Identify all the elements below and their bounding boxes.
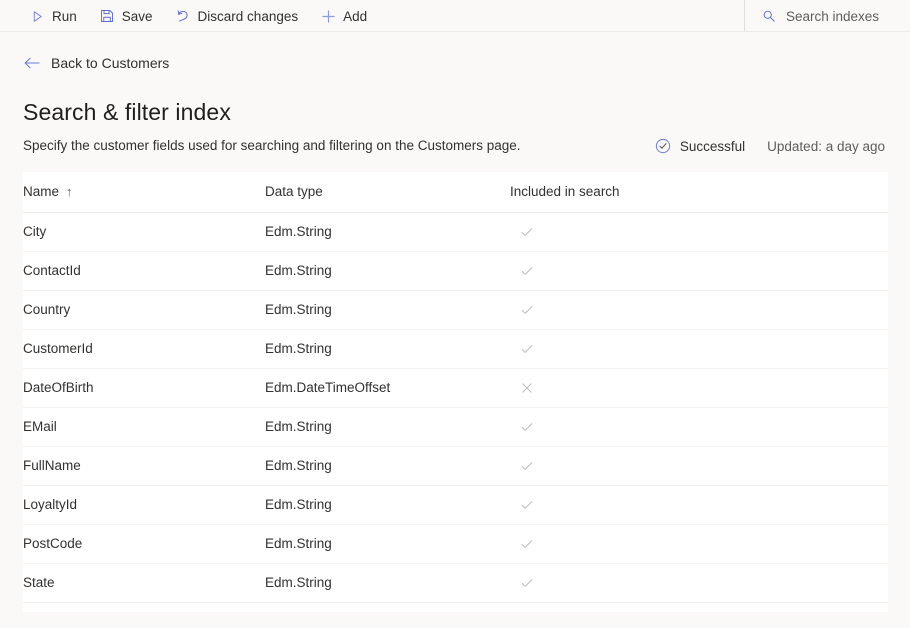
arrow-left-icon [24,55,40,71]
save-icon [99,8,115,24]
cell-included-in-search[interactable] [510,368,888,407]
cell-included-in-search[interactable] [510,446,888,485]
subtitle-row: Specify the customer fields used for sea… [23,136,886,156]
check-icon [516,299,538,321]
column-header-data-type[interactable]: Data type [265,172,510,212]
table-row[interactable]: CountryEdm.String [23,290,888,329]
cell-field-name: ContactId [23,251,265,290]
play-icon [29,8,45,24]
cell-field-name: DateOfBirth [23,368,265,407]
cross-icon [516,377,538,399]
cell-field-name: State [23,563,265,602]
cell-field-name: CustomerId [23,329,265,368]
table-row[interactable]: EMailEdm.String [23,407,888,446]
save-button[interactable]: Save [88,0,164,32]
back-to-customers-label: Back to Customers [51,55,169,71]
check-icon [516,416,538,438]
table-header-row: Name ↑ Data type Included in search [23,172,888,212]
cell-field-name: EMail [23,407,265,446]
page-subtitle: Specify the customer fields used for sea… [23,136,521,156]
add-button[interactable]: Add [309,0,378,32]
command-bar-actions: Run Save Discard changes [0,0,378,31]
column-header-data-type-label: Data type [265,184,323,199]
discard-changes-button[interactable]: Discard changes [164,0,310,32]
check-icon [516,338,538,360]
back-to-customers-link[interactable]: Back to Customers [22,52,171,74]
cell-included-in-search[interactable] [510,251,888,290]
column-header-name-label: Name [23,184,59,199]
column-header-included-in-search[interactable]: Included in search [510,172,888,212]
status-label: Successful [680,139,745,154]
check-circle-icon [655,138,671,154]
status-group: Successful Updated: a day ago [655,138,885,154]
table-row[interactable]: CustomerIdEdm.String [23,329,888,368]
cell-data-type: Edm.String [265,563,510,602]
check-icon [516,572,538,594]
page-title: Search & filter index [23,97,886,127]
check-icon [516,260,538,282]
command-bar: Run Save Discard changes [0,0,910,32]
add-button-label: Add [343,9,367,24]
cell-field-name: PostCode [23,524,265,563]
cell-included-in-search[interactable] [510,329,888,368]
cell-included-in-search[interactable] [510,524,888,563]
discard-changes-button-label: Discard changes [198,9,299,24]
search-icon [761,8,777,24]
search-indexes-box[interactable] [745,0,910,32]
search-indexes-input[interactable] [786,9,896,24]
cell-data-type: Edm.String [265,446,510,485]
table-row[interactable]: DateOfBirthEdm.DateTimeOffset [23,368,888,407]
check-icon [516,455,538,477]
check-icon [516,494,538,516]
cell-data-type: Edm.String [265,485,510,524]
cell-included-in-search[interactable] [510,407,888,446]
cell-included-in-search[interactable] [510,485,888,524]
cell-field-name: LoyaltyId [23,485,265,524]
table-row[interactable]: ContactIdEdm.String [23,251,888,290]
status-badge: Successful [655,138,745,154]
cell-field-name: Country [23,290,265,329]
cell-data-type: Edm.String [265,407,510,446]
fields-table-card: Name ↑ Data type Included in search City… [23,172,888,612]
sort-ascending-icon: ↑ [66,184,73,199]
table-row[interactable]: PostCodeEdm.String [23,524,888,563]
cell-data-type: Edm.String [265,329,510,368]
run-button-label: Run [52,9,77,24]
fields-table-header: Name ↑ Data type Included in search [23,172,888,212]
check-icon [516,221,538,243]
back-link-row: Back to Customers [0,32,910,74]
table-row[interactable]: CityEdm.String [23,212,888,251]
run-button[interactable]: Run [18,0,88,32]
status-updated-label: Updated: a day ago [767,139,885,154]
column-header-included-in-search-label: Included in search [510,184,620,199]
cell-data-type: Edm.DateTimeOffset [265,368,510,407]
plus-icon [320,8,336,24]
save-button-label: Save [122,9,153,24]
cell-included-in-search[interactable] [510,212,888,251]
undo-icon [175,8,191,24]
page-heading-block: Search & filter index Specify the custom… [0,74,910,156]
fields-table-body: CityEdm.StringContactIdEdm.StringCountry… [23,212,888,602]
cell-data-type: Edm.String [265,290,510,329]
table-row[interactable]: FullNameEdm.String [23,446,888,485]
cell-data-type: Edm.String [265,212,510,251]
cell-included-in-search[interactable] [510,290,888,329]
fields-table: Name ↑ Data type Included in search City… [23,172,888,603]
column-header-name[interactable]: Name ↑ [23,172,265,212]
cell-data-type: Edm.String [265,524,510,563]
check-icon [516,533,538,555]
cell-field-name: FullName [23,446,265,485]
cell-field-name: City [23,212,265,251]
table-row[interactable]: StateEdm.String [23,563,888,602]
cell-included-in-search[interactable] [510,563,888,602]
cell-data-type: Edm.String [265,251,510,290]
table-row[interactable]: LoyaltyIdEdm.String [23,485,888,524]
